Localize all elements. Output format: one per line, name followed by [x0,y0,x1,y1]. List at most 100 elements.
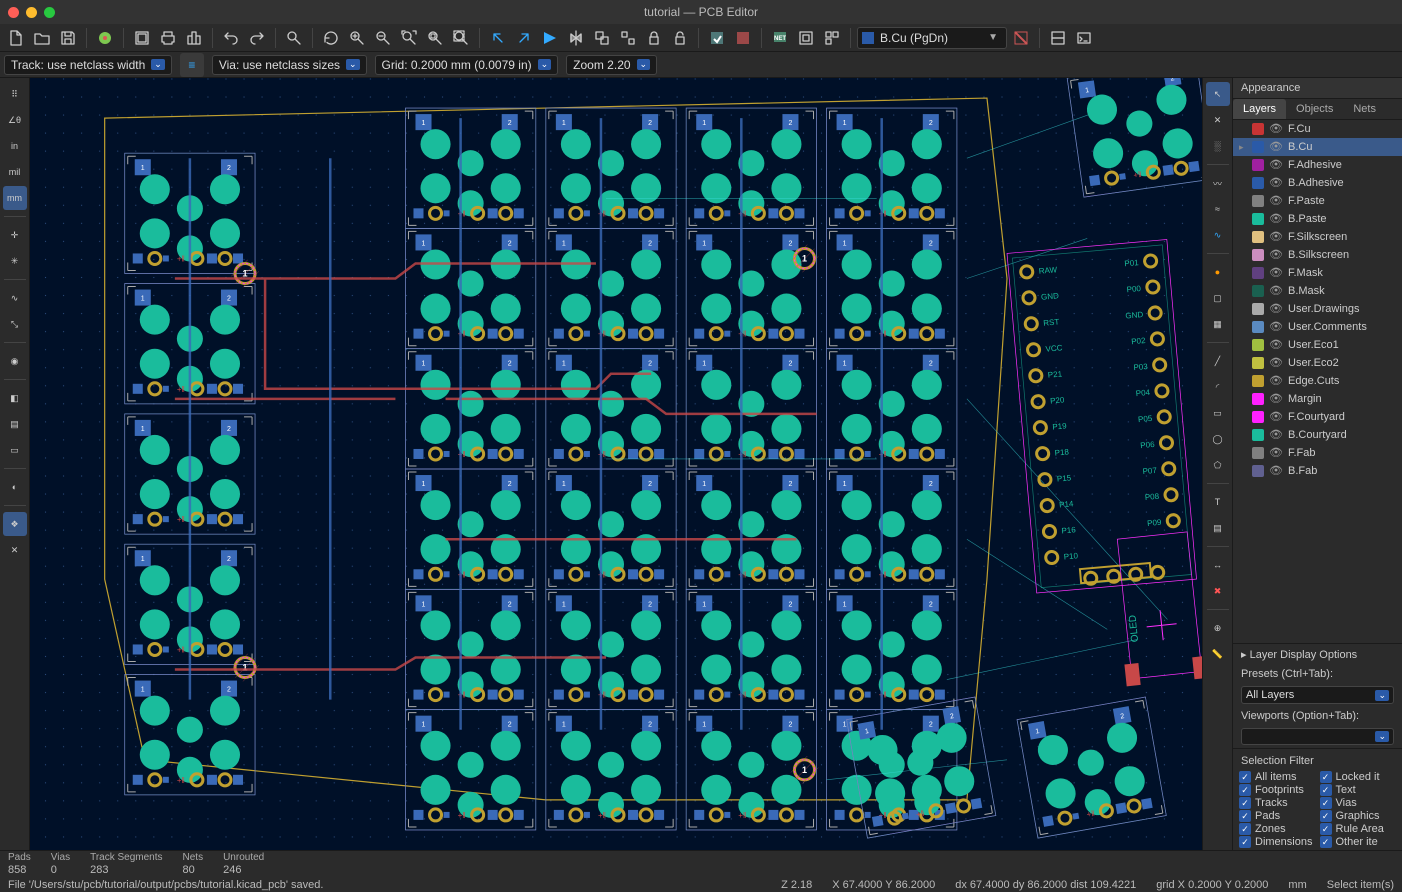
line-icon[interactable]: ╱ [1206,349,1230,373]
textbox-icon[interactable]: ▤ [1206,516,1230,540]
poly-icon[interactable]: ⬠ [1206,453,1230,477]
layer-swatch-icon[interactable] [1252,141,1264,153]
rule-area-icon[interactable]: ▦ [1206,312,1230,336]
visibility-icon[interactable]: 👁 [1269,392,1283,406]
lock-icon[interactable] [642,26,666,50]
layer-swatch-icon[interactable] [1252,249,1264,261]
layer-row-f-mask[interactable]: 👁 F.Mask [1233,264,1402,282]
ratsnest-icon[interactable]: ✳ [3,249,27,273]
open-icon[interactable] [30,26,54,50]
layer-row-b-fab[interactable]: 👁 B.Fab [1233,462,1402,480]
undo-icon[interactable] [219,26,243,50]
highlight-net-icon[interactable]: ✕ [1206,108,1230,132]
visibility-icon[interactable]: 👁 [1269,266,1283,280]
layer-swatch-icon[interactable] [1252,123,1264,135]
filter-rule-area[interactable]: ✓Rule Area [1320,823,1397,835]
dimension-icon[interactable]: ↔ [1206,553,1230,577]
layer-list[interactable]: 👁 F.Cu▸ 👁 B.Cu 👁 F.Adhesive 👁 B.Adhesive… [1233,120,1402,643]
layer-row-b-paste[interactable]: 👁 B.Paste [1233,210,1402,228]
filter-locked-it[interactable]: ✓Locked it [1320,771,1397,783]
cursor-cross-icon[interactable]: ✛ [3,223,27,247]
filter-pads[interactable]: ✓Pads [1239,810,1316,822]
layer-row-edge-cuts[interactable]: 👁 Edge.Cuts [1233,372,1402,390]
board-setup-icon[interactable] [93,26,117,50]
layers-icon[interactable]: ❖ [3,512,27,536]
text-icon[interactable]: T [1206,490,1230,514]
tune-length-icon[interactable]: ∿ [1206,223,1230,247]
rotate-cw-icon[interactable] [512,26,536,50]
plugins-icon[interactable] [1046,26,1070,50]
layer-swatch-icon[interactable] [1252,411,1264,423]
layer-row-margin[interactable]: 👁 Margin [1233,390,1402,408]
redo-icon[interactable] [245,26,269,50]
layer-row-user-eco2[interactable]: 👁 User.Eco2 [1233,354,1402,372]
zone-display-icon[interactable]: ▤ [3,412,27,436]
pointer-icon[interactable]: ↖ [1206,82,1230,106]
zoom-select[interactable]: Zoom 2.20⌄ [566,55,657,75]
layer-row-user-eco1[interactable]: 👁 User.Eco1 [1233,336,1402,354]
layer-row-user-comments[interactable]: 👁 User.Comments [1233,318,1402,336]
panel-left-icon[interactable]: ◧ [3,386,27,410]
layer-row-f-fab[interactable]: 👁 F.Fab [1233,444,1402,462]
visibility-icon[interactable]: 👁 [1269,122,1283,136]
layer-swatch-icon[interactable] [1252,339,1264,351]
layer-swatch-icon[interactable] [1252,213,1264,225]
tab-nets[interactable]: Nets [1343,99,1386,119]
new-icon[interactable] [4,26,28,50]
layer-pairs-icon[interactable] [1009,26,1033,50]
rotate-ccw-icon[interactable] [486,26,510,50]
visibility-icon[interactable]: 👁 [1269,428,1283,442]
filter-tracks[interactable]: ✓Tracks [1239,797,1316,809]
track-width-select[interactable]: Track: use netclass width⌄ [4,55,172,75]
visibility-icon[interactable]: 👁 [1269,194,1283,208]
layer-swatch-icon[interactable] [1252,375,1264,387]
visibility-icon[interactable]: 👁 [1269,338,1283,352]
visibility-icon[interactable]: 👁 [1269,464,1283,478]
layer-row-b-cu[interactable]: ▸ 👁 B.Cu [1233,138,1402,156]
zoom-selection-icon[interactable] [449,26,473,50]
visibility-icon[interactable]: 👁 [1269,212,1283,226]
polar-icon[interactable]: ∠θ [3,108,27,132]
layer-swatch-icon[interactable] [1252,195,1264,207]
print-icon[interactable] [156,26,180,50]
zoom-fit-icon[interactable] [397,26,421,50]
circle-icon[interactable]: ◯ [1206,427,1230,451]
zoom-out-icon[interactable] [371,26,395,50]
layer-row-f-silkscreen[interactable]: 👁 F.Silkscreen [1233,228,1402,246]
contrast-icon[interactable]: ◐ [3,475,27,499]
zoom-in-icon[interactable] [345,26,369,50]
save-icon[interactable] [56,26,80,50]
viewports-select[interactable]: ⌄ [1241,728,1394,745]
zoom-window-icon[interactable] [44,7,55,18]
outline-icon[interactable]: ▭ [3,438,27,462]
filter-other-ite[interactable]: ✓Other ite [1320,836,1397,848]
layer-swatch-icon[interactable] [1252,357,1264,369]
filter-footprints[interactable]: ✓Footprints [1239,784,1316,796]
settings-icon[interactable]: ✕ [3,538,27,562]
via-size-select[interactable]: Via: use netclass sizes⌄ [212,55,367,75]
close-window-icon[interactable] [8,7,19,18]
delete-icon[interactable]: ✖ [1206,579,1230,603]
visibility-icon[interactable]: 👁 [1269,284,1283,298]
route-track-icon[interactable]: 〰 [1206,171,1230,195]
mirror-v-icon[interactable] [538,26,562,50]
layer-row-f-courtyard[interactable]: 👁 F.Courtyard [1233,408,1402,426]
zoom-redraw-icon[interactable] [319,26,343,50]
zoom-objects-icon[interactable] [423,26,447,50]
layer-row-b-silkscreen[interactable]: 👁 B.Silkscreen [1233,246,1402,264]
visibility-icon[interactable]: 👁 [1269,320,1283,334]
pad-fill-icon[interactable]: ◉ [3,349,27,373]
filter-graphics[interactable]: ✓Graphics [1320,810,1397,822]
tab-layers[interactable]: Layers [1233,99,1286,119]
drag-icon[interactable]: ⤡ [3,312,27,336]
visibility-icon[interactable]: 👁 [1269,158,1283,172]
arc-icon[interactable]: ◜ [1206,375,1230,399]
mils-icon[interactable]: mil [3,160,27,184]
design-blocks-icon[interactable] [820,26,844,50]
origin-icon[interactable]: ⊕ [1206,616,1230,640]
zone-icon[interactable]: ▢ [1206,286,1230,310]
measure-icon[interactable]: 📏 [1206,642,1230,666]
drc-icon[interactable]: NET [768,26,792,50]
layer-row-b-courtyard[interactable]: 👁 B.Courtyard [1233,426,1402,444]
layer-swatch-icon[interactable] [1252,465,1264,477]
